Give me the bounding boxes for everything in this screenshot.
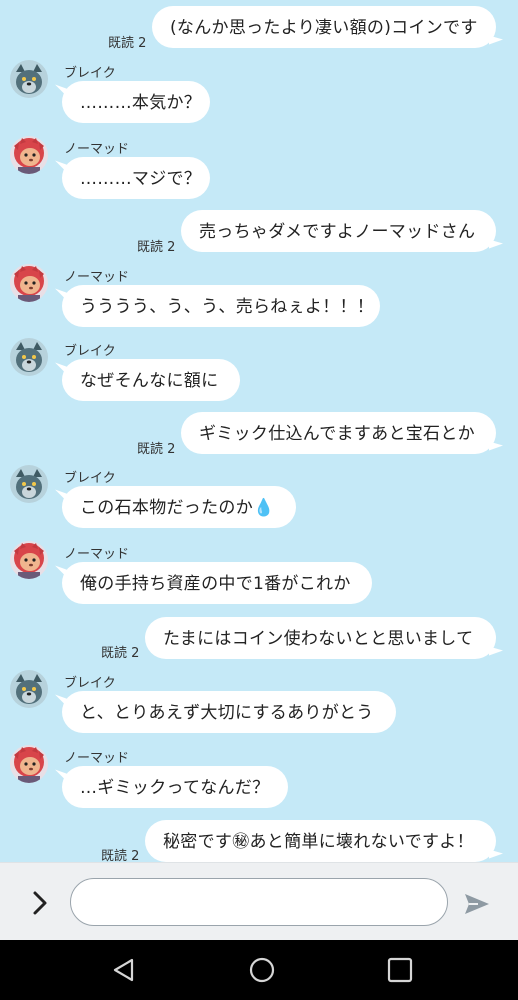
message-bubble[interactable]: 秘密です㊙あと簡単に壊れないですよ！ — [145, 820, 496, 862]
sender-name: ブレイク — [64, 676, 116, 691]
android-recents-icon[interactable] — [386, 956, 414, 984]
read-receipt: 既読 2 — [101, 849, 140, 862]
message-bubble[interactable]: …ギミックってなんだ？ — [62, 766, 288, 808]
avatar-nomad[interactable] — [10, 264, 48, 302]
sender-name: ノーマッド — [64, 547, 130, 562]
sender-name: ブレイク — [64, 344, 116, 359]
message-bubble[interactable]: ギミック仕込んでますあと宝石とか — [181, 412, 496, 454]
message-bubble[interactable]: うううう、う、う、売らねぇよ！！！ — [62, 285, 380, 327]
message-bubble[interactable]: なぜそんなに額に — [62, 359, 240, 401]
sender-name: ノーマッド — [64, 751, 130, 766]
avatar-blake[interactable] — [10, 670, 48, 708]
sender-name: ノーマッド — [64, 270, 130, 285]
avatar-blake[interactable] — [10, 60, 48, 98]
avatar-nomad[interactable] — [10, 136, 48, 174]
read-receipt: 既読 2 — [137, 240, 176, 255]
message-bubble[interactable]: と、とりあえず大切にするありがとう — [62, 691, 396, 733]
android-home-icon[interactable] — [248, 956, 276, 984]
send-icon[interactable] — [462, 889, 492, 919]
read-receipt: 既読 2 — [137, 442, 176, 457]
message-bubble[interactable]: ………本気か？ — [62, 81, 210, 123]
avatar-blake[interactable] — [10, 338, 48, 376]
message-bubble[interactable]: たまにはコイン使わないとと思いまして — [145, 617, 496, 659]
message-bubble[interactable]: 俺の手持ち資産の中で1番がこれか — [62, 562, 372, 604]
android-navigation-bar — [0, 940, 518, 1000]
android-back-icon[interactable] — [110, 956, 138, 984]
message-bubble[interactable]: ………マジで？ — [62, 157, 210, 199]
chevron-right-icon[interactable] — [26, 889, 54, 917]
message-bubble[interactable]: 売っちゃダメですよノーマッドさん — [181, 210, 496, 252]
message-bubble[interactable]: この石本物だったのか💧 — [62, 486, 296, 528]
read-receipt: 既読 2 — [108, 36, 147, 51]
sender-name: ブレイク — [64, 471, 116, 486]
message-bubble[interactable]: (なんか思ったより凄い額の)コインです — [152, 6, 496, 48]
sender-name: ブレイク — [64, 66, 116, 81]
chat-area[interactable]: 既読 2 (なんか思ったより凄い額の)コインです ブレイク ………本気か？ ノー… — [0, 0, 518, 862]
message-input-bar — [0, 862, 518, 941]
sender-name: ノーマッド — [64, 142, 130, 157]
message-input[interactable] — [70, 878, 448, 926]
avatar-nomad[interactable] — [10, 745, 48, 783]
avatar-blake[interactable] — [10, 465, 48, 503]
avatar-nomad[interactable] — [10, 541, 48, 579]
read-receipt: 既読 2 — [101, 646, 140, 661]
